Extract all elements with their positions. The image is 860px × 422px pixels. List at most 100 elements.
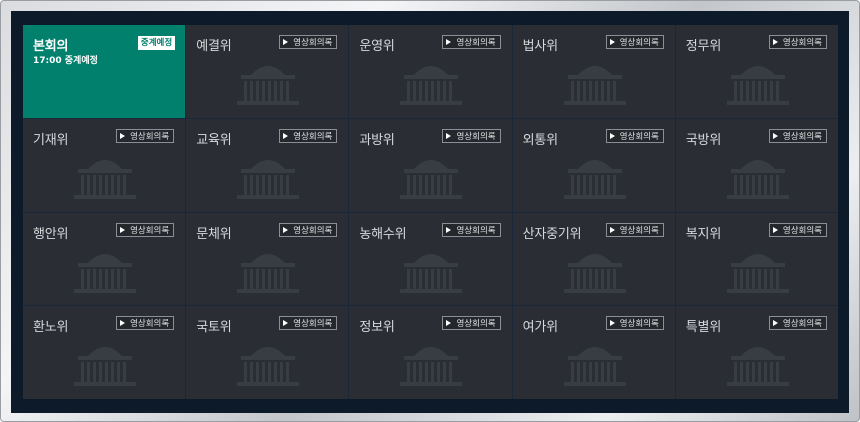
national-assembly-building-icon xyxy=(237,347,300,387)
committee-name: 환노위 xyxy=(33,320,69,336)
monitor-frame: 본회의17:00 중계예정중계예정 예결위영상회의록 운영위영상회의록 xyxy=(0,0,860,422)
video-minutes-button[interactable]: 영상회의록 xyxy=(605,128,664,143)
play-icon xyxy=(772,226,778,233)
video-minutes-button[interactable]: 영상회의록 xyxy=(768,222,827,237)
national-assembly-building-icon xyxy=(726,253,789,293)
committee-tile[interactable]: 복지위 영상회의록 xyxy=(675,212,838,306)
play-icon xyxy=(772,132,778,139)
video-minutes-label: 영상회의록 xyxy=(456,131,496,142)
play-icon xyxy=(446,226,452,233)
national-assembly-building-icon xyxy=(237,253,300,293)
video-minutes-label: 영상회의록 xyxy=(456,319,496,330)
committee-tile[interactable]: 환노위 영상회의록 xyxy=(23,306,186,399)
committee-tile[interactable]: 산자중기위 영상회의록 xyxy=(512,212,675,306)
committee-tile[interactable]: 정보위 영상회의록 xyxy=(349,306,512,399)
committee-name: 본회의 xyxy=(33,39,69,54)
committee-tile[interactable]: 국방위 영상회의록 xyxy=(675,118,838,212)
video-minutes-button[interactable]: 영상회의록 xyxy=(605,35,664,49)
national-assembly-building-icon xyxy=(400,66,463,105)
committee-tile[interactable]: 과방위 영상회의록 xyxy=(349,118,512,212)
video-minutes-button[interactable]: 영상회의록 xyxy=(116,128,175,143)
committee-name: 농해수위 xyxy=(359,226,407,242)
committee-tile[interactable]: 본회의 17:00 중계예정 중계예정 xyxy=(23,25,186,118)
national-assembly-building-icon xyxy=(400,347,463,387)
play-icon xyxy=(446,39,452,45)
national-assembly-building-icon xyxy=(726,66,789,105)
video-minutes-label: 영상회의록 xyxy=(619,225,659,236)
video-minutes-label: 영상회의록 xyxy=(782,131,822,142)
committee-name: 여가위 xyxy=(522,320,558,336)
committee-tile[interactable]: 여가위 영상회의록 xyxy=(512,306,675,399)
video-minutes-button[interactable]: 영상회의록 xyxy=(605,316,664,331)
play-icon xyxy=(120,132,126,139)
committee-tile[interactable]: 농해수위 영상회의록 xyxy=(349,212,512,306)
video-minutes-button[interactable]: 영상회의록 xyxy=(279,222,338,237)
national-assembly-building-icon xyxy=(400,253,463,293)
committee-name: 국토위 xyxy=(196,320,232,336)
video-minutes-button[interactable]: 영상회의록 xyxy=(442,35,501,49)
committee-name: 법사위 xyxy=(522,39,558,54)
national-assembly-building-icon xyxy=(74,347,136,387)
video-minutes-label: 영상회의록 xyxy=(130,225,170,236)
play-icon xyxy=(772,320,778,327)
committee-tile[interactable]: 외통위 영상회의록 xyxy=(512,118,675,212)
committee-tile[interactable]: 정무위 영상회의록 xyxy=(675,25,838,118)
play-icon xyxy=(772,39,778,45)
committee-tile[interactable]: 운영위 영상회의록 xyxy=(349,25,512,118)
broadcast-schedule: 17:00 중계예정 xyxy=(33,56,98,66)
national-assembly-building-icon xyxy=(563,253,626,293)
video-minutes-button[interactable]: 영상회의록 xyxy=(116,316,175,331)
video-minutes-label: 영상회의록 xyxy=(130,319,170,330)
play-icon xyxy=(283,39,289,45)
committee-name: 기재위 xyxy=(33,132,69,148)
video-minutes-button[interactable]: 영상회의록 xyxy=(442,316,501,331)
national-assembly-building-icon xyxy=(563,347,626,387)
committee-grid: 본회의17:00 중계예정중계예정 예결위영상회의록 운영위영상회의록 xyxy=(23,25,838,399)
video-minutes-button[interactable]: 영상회의록 xyxy=(768,35,827,49)
video-minutes-label: 영상회의록 xyxy=(130,131,170,142)
committee-tile[interactable]: 기재위 영상회의록 xyxy=(23,118,186,212)
committee-tile[interactable]: 문체위 영상회의록 xyxy=(186,212,349,306)
committee-name: 정보위 xyxy=(359,320,395,336)
committee-name: 예결위 xyxy=(196,39,232,54)
committee-name: 특별위 xyxy=(685,320,722,336)
committee-panel: 본회의17:00 중계예정중계예정 예결위영상회의록 운영위영상회의록 xyxy=(11,11,849,413)
play-icon xyxy=(609,320,615,327)
video-minutes-label: 영상회의록 xyxy=(293,319,333,330)
video-minutes-label: 영상회의록 xyxy=(456,225,496,236)
committee-tile[interactable]: 특별위 영상회의록 xyxy=(675,306,838,399)
national-assembly-building-icon xyxy=(726,159,789,199)
national-assembly-building-icon xyxy=(237,159,300,199)
video-minutes-button[interactable]: 영상회의록 xyxy=(279,35,338,49)
video-minutes-button[interactable]: 영상회의록 xyxy=(279,128,338,143)
committee-name: 교육위 xyxy=(196,132,232,148)
play-icon xyxy=(609,132,615,139)
committee-name: 복지위 xyxy=(685,226,722,242)
video-minutes-label: 영상회의록 xyxy=(782,225,822,236)
play-icon xyxy=(609,226,615,233)
video-minutes-label: 영상회의록 xyxy=(293,131,333,142)
play-icon xyxy=(283,320,289,327)
scheduled-broadcast-badge: 중계예정 xyxy=(137,36,176,50)
committee-tile[interactable]: 교육위 영상회의록 xyxy=(186,118,349,212)
video-minutes-button[interactable]: 영상회의록 xyxy=(279,316,338,331)
committee-tile[interactable]: 법사위 영상회의록 xyxy=(512,25,675,118)
play-icon xyxy=(446,320,452,327)
video-minutes-label: 영상회의록 xyxy=(619,319,659,330)
video-minutes-button[interactable]: 영상회의록 xyxy=(116,222,175,237)
video-minutes-button[interactable]: 영상회의록 xyxy=(768,316,827,331)
video-minutes-button[interactable]: 영상회의록 xyxy=(768,128,827,143)
national-assembly-building-icon xyxy=(74,159,136,199)
national-assembly-building-icon xyxy=(563,159,626,199)
committee-tile[interactable]: 예결위 영상회의록 xyxy=(186,25,349,118)
national-assembly-building-icon xyxy=(74,253,136,293)
committee-tile[interactable]: 국토위 영상회의록 xyxy=(186,306,349,399)
committee-name: 국방위 xyxy=(685,132,722,148)
committee-name: 과방위 xyxy=(359,132,395,148)
video-minutes-button[interactable]: 영상회의록 xyxy=(605,222,664,237)
video-minutes-button[interactable]: 영상회의록 xyxy=(442,128,501,143)
video-minutes-button[interactable]: 영상회의록 xyxy=(442,222,501,237)
committee-name: 산자중기위 xyxy=(522,226,582,242)
committee-tile[interactable]: 행안위 영상회의록 xyxy=(23,212,186,306)
play-icon xyxy=(120,320,126,327)
